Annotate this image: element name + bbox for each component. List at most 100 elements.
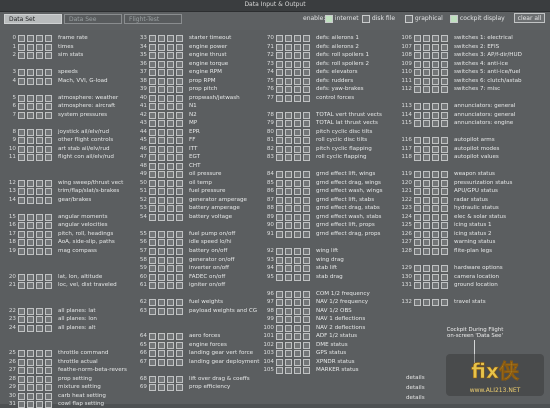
- output-checkbox[interactable]: [149, 299, 156, 307]
- output-checkbox[interactable]: [276, 111, 283, 119]
- output-checkbox[interactable]: [294, 299, 301, 307]
- output-checkbox[interactable]: [27, 384, 34, 392]
- output-checkbox[interactable]: [285, 94, 292, 102]
- output-checkbox[interactable]: [149, 196, 156, 204]
- output-checkbox[interactable]: [176, 179, 183, 187]
- output-checkbox[interactable]: [294, 333, 301, 341]
- output-checkbox[interactable]: [276, 86, 283, 94]
- output-checkbox[interactable]: [294, 273, 301, 281]
- output-checkbox[interactable]: [36, 222, 43, 230]
- tab-data-see[interactable]: Data See: [64, 14, 122, 24]
- output-checkbox[interactable]: [276, 290, 283, 298]
- output-checkbox[interactable]: [36, 103, 43, 111]
- output-checkbox[interactable]: [432, 179, 439, 187]
- output-checkbox[interactable]: [176, 273, 183, 281]
- output-checkbox[interactable]: [167, 384, 174, 392]
- output-checkbox[interactable]: [432, 43, 439, 51]
- output-checkbox[interactable]: [294, 256, 301, 264]
- output-checkbox[interactable]: [36, 35, 43, 42]
- output-checkbox[interactable]: [18, 401, 25, 408]
- output-checkbox[interactable]: [432, 77, 439, 85]
- output-checkbox[interactable]: [276, 43, 283, 51]
- output-checkbox[interactable]: [176, 384, 183, 392]
- output-checkbox[interactable]: [158, 171, 165, 179]
- output-checkbox[interactable]: [294, 213, 301, 221]
- output-checkbox[interactable]: [158, 60, 165, 68]
- output-checkbox[interactable]: [45, 230, 52, 238]
- output-checkbox[interactable]: [276, 324, 283, 332]
- output-checkbox[interactable]: [27, 111, 34, 119]
- enable-internet[interactable]: internet: [325, 14, 359, 24]
- output-checkbox[interactable]: [414, 222, 421, 230]
- output-checkbox[interactable]: [167, 307, 174, 315]
- output-checkbox[interactable]: [167, 375, 174, 383]
- output-checkbox[interactable]: [27, 154, 34, 162]
- output-checkbox[interactable]: [36, 392, 43, 400]
- output-checkbox[interactable]: [149, 162, 156, 170]
- output-checkbox[interactable]: [303, 307, 310, 315]
- output-checkbox[interactable]: [27, 375, 34, 383]
- output-checkbox[interactable]: [441, 265, 448, 273]
- output-checkbox[interactable]: [303, 179, 310, 187]
- output-checkbox[interactable]: [167, 205, 174, 213]
- output-checkbox[interactable]: [167, 196, 174, 204]
- output-checkbox[interactable]: [303, 333, 310, 341]
- output-checkbox[interactable]: [294, 341, 301, 349]
- output-checkbox[interactable]: [441, 213, 448, 221]
- output-checkbox[interactable]: [158, 69, 165, 77]
- output-checkbox[interactable]: [158, 111, 165, 119]
- output-checkbox[interactable]: [176, 188, 183, 196]
- output-checkbox[interactable]: [285, 316, 292, 324]
- output-checkbox[interactable]: [303, 324, 310, 332]
- output-checkbox[interactable]: [149, 111, 156, 119]
- output-checkbox[interactable]: [45, 94, 52, 102]
- output-checkbox[interactable]: [276, 120, 283, 128]
- output-checkbox[interactable]: [414, 60, 421, 68]
- output-checkbox[interactable]: [27, 128, 34, 136]
- output-checkbox[interactable]: [167, 358, 174, 366]
- output-checkbox[interactable]: [36, 52, 43, 60]
- output-checkbox[interactable]: [432, 188, 439, 196]
- output-checkbox[interactable]: [167, 52, 174, 60]
- output-checkbox[interactable]: [176, 350, 183, 358]
- output-checkbox[interactable]: [176, 35, 183, 42]
- output-checkbox[interactable]: [441, 222, 448, 230]
- output-checkbox[interactable]: [158, 120, 165, 128]
- output-checkbox[interactable]: [176, 145, 183, 153]
- output-checkbox[interactable]: [18, 350, 25, 358]
- output-checkbox[interactable]: [36, 111, 43, 119]
- output-checkbox[interactable]: [158, 154, 165, 162]
- output-checkbox[interactable]: [27, 350, 34, 358]
- output-checkbox[interactable]: [18, 367, 25, 375]
- output-checkbox[interactable]: [432, 145, 439, 153]
- output-checkbox[interactable]: [176, 171, 183, 179]
- output-checkbox[interactable]: [27, 273, 34, 281]
- output-checkbox[interactable]: [27, 307, 34, 315]
- output-checkbox[interactable]: [149, 265, 156, 273]
- output-checkbox[interactable]: [158, 43, 165, 51]
- output-checkbox[interactable]: [414, 299, 421, 307]
- output-checkbox[interactable]: [303, 35, 310, 42]
- enable-graphical[interactable]: graphical: [405, 14, 443, 24]
- output-checkbox[interactable]: [167, 145, 174, 153]
- output-checkbox[interactable]: [441, 103, 448, 111]
- output-checkbox[interactable]: [167, 282, 174, 290]
- output-checkbox[interactable]: [149, 248, 156, 255]
- output-checkbox[interactable]: [27, 367, 34, 375]
- output-checkbox[interactable]: [294, 316, 301, 324]
- output-checkbox[interactable]: [27, 248, 34, 255]
- output-checkbox[interactable]: [167, 299, 174, 307]
- output-checkbox[interactable]: [276, 188, 283, 196]
- output-checkbox[interactable]: [303, 120, 310, 128]
- output-checkbox[interactable]: [149, 239, 156, 247]
- output-checkbox[interactable]: [285, 358, 292, 366]
- output-checkbox[interactable]: [276, 213, 283, 221]
- output-checkbox[interactable]: [149, 273, 156, 281]
- output-checkbox[interactable]: [158, 128, 165, 136]
- output-checkbox[interactable]: [414, 213, 421, 221]
- output-checkbox[interactable]: [285, 205, 292, 213]
- output-checkbox[interactable]: [276, 273, 283, 281]
- output-checkbox[interactable]: [45, 248, 52, 255]
- output-checkbox[interactable]: [27, 239, 34, 247]
- tab-data-set[interactable]: Data Set: [4, 14, 62, 24]
